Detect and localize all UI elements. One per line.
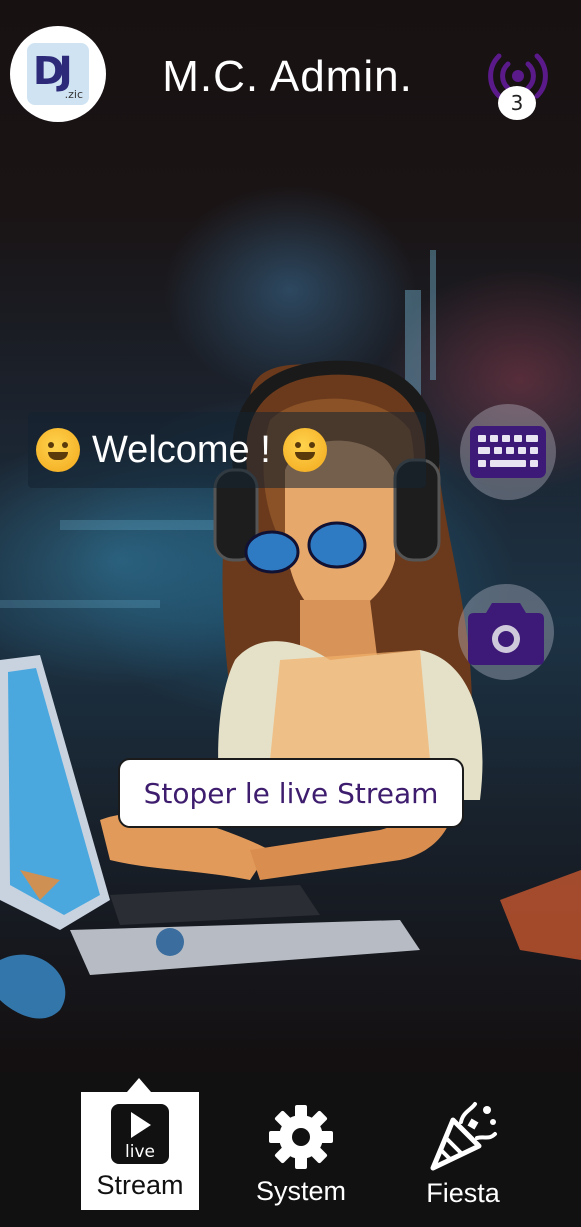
dj-illustration (0, 360, 581, 1019)
welcome-banner: Welcome ! (28, 412, 426, 488)
bottom-nav: live Stream System Fiesta (0, 1072, 581, 1227)
welcome-text: Welcome ! (92, 428, 271, 471)
stop-live-stream-button[interactable]: Stoper le live Stream (118, 758, 464, 828)
keyboard-icon (470, 426, 546, 478)
nav-item-label: System (255, 1176, 347, 1206)
camera-button[interactable] (458, 584, 554, 680)
camera-icon (468, 603, 544, 665)
gear-icon (269, 1105, 333, 1169)
live-play-icon: live (111, 1104, 169, 1164)
nav-item-system[interactable]: System (242, 1092, 360, 1210)
hugging-face-emoji-icon (36, 428, 80, 472)
party-popper-icon (430, 1102, 497, 1171)
nav-item-stream[interactable]: live Stream (81, 1078, 199, 1210)
nav-item-fiesta[interactable]: Fiesta (404, 1092, 522, 1210)
hugging-face-emoji-icon (282, 428, 327, 472)
nav-item-label: Stream (96, 1170, 184, 1200)
background-artwork (0, 0, 581, 1072)
keyboard-button[interactable] (460, 404, 556, 500)
listeners-count-badge: 3 (498, 86, 536, 120)
nav-item-label: Fiesta (426, 1178, 500, 1208)
